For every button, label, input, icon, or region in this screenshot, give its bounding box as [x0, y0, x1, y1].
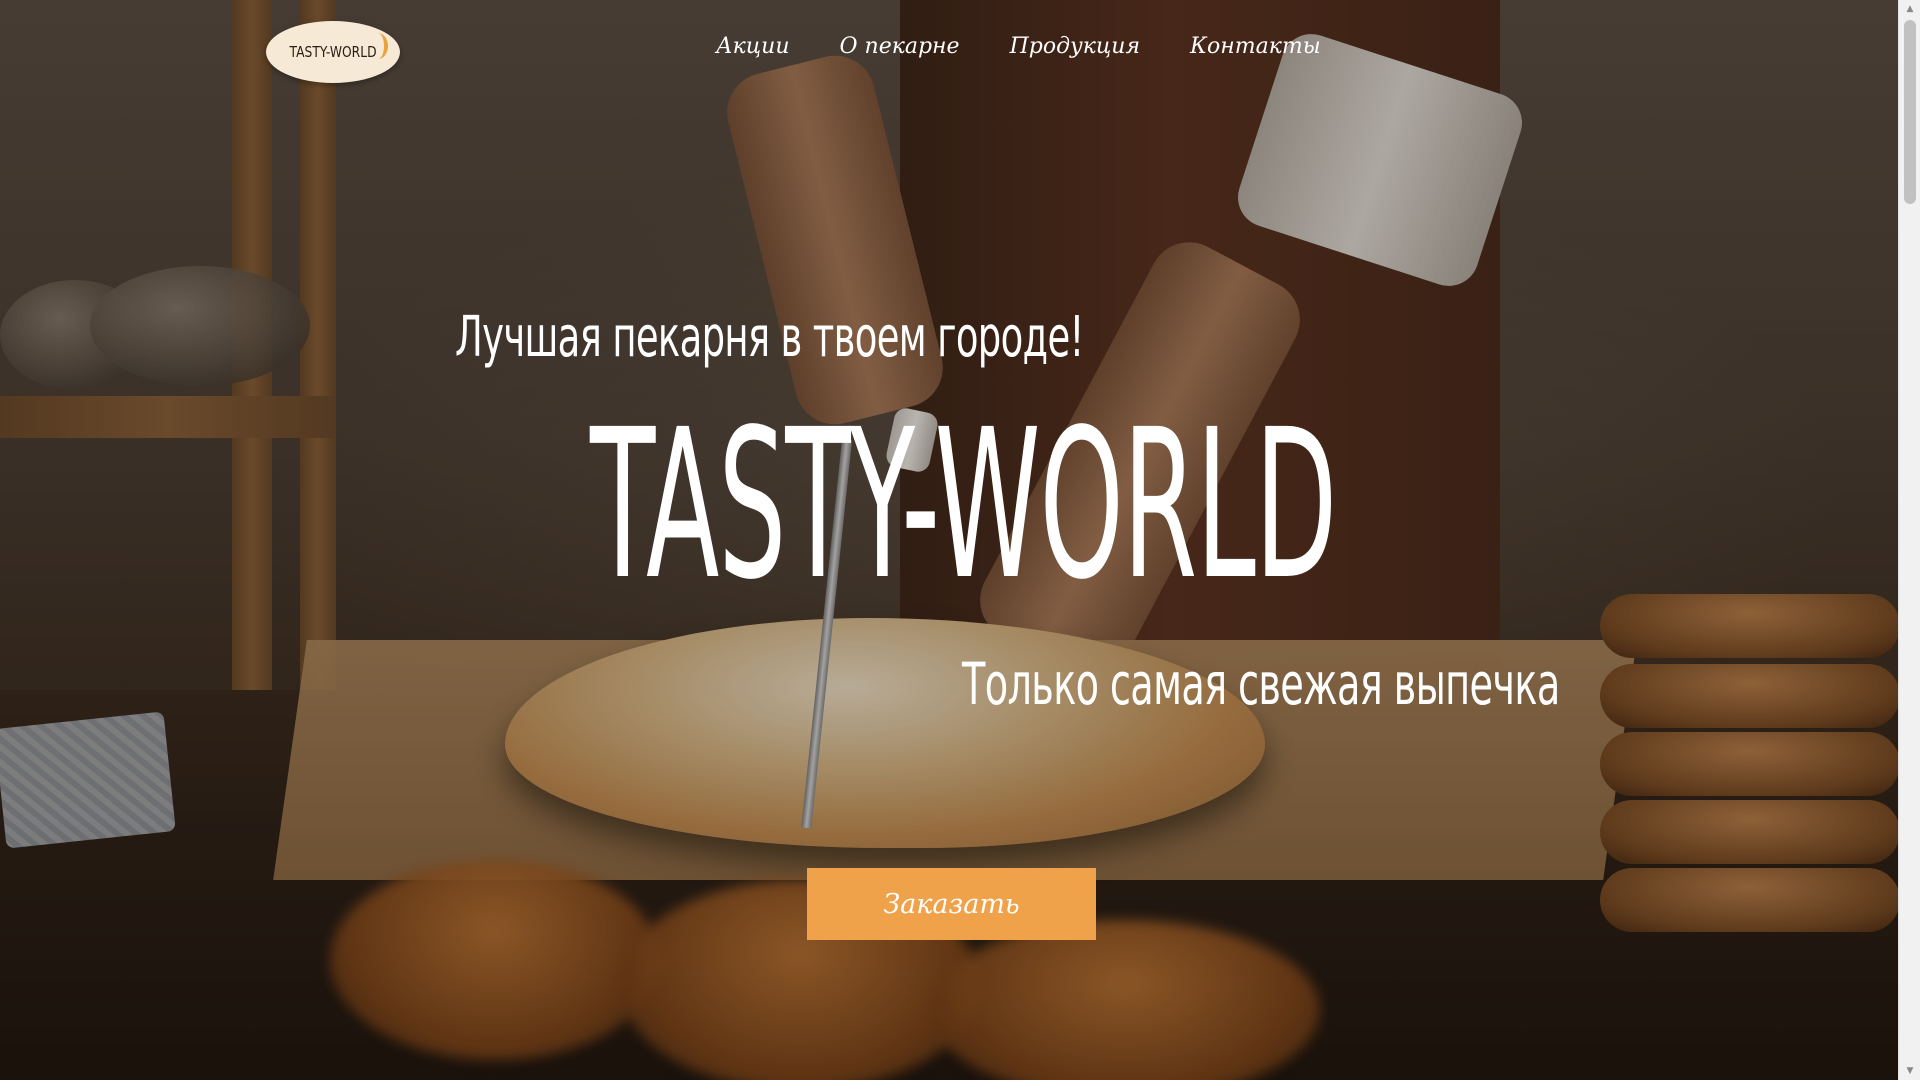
nav-item-contacts[interactable]: Контакты	[1190, 34, 1321, 59]
nav-item-promotions[interactable]: Акции	[716, 34, 790, 59]
logo-text: TASTY-WORLD	[289, 43, 377, 61]
hero-subtitle: Лучшая пекарня в твоем городе!	[455, 305, 1084, 370]
logo-swoosh-icon	[368, 33, 388, 59]
nav-item-products[interactable]: Продукция	[1010, 34, 1140, 59]
nav-item-about[interactable]: О пекарне	[840, 34, 960, 59]
hero-tagline: Только самая свежая выпечка	[962, 650, 1560, 718]
scrollbar-thumb[interactable]	[1904, 20, 1916, 204]
hero-title: TASTY-WORLD	[590, 385, 1337, 625]
main-navigation: Акции О пекарне Продукция Контакты	[716, 34, 1371, 59]
page: TASTY-WORLD Акции О пекарне Продукция Ко…	[0, 0, 1920, 1080]
order-button[interactable]: Заказать	[807, 868, 1096, 940]
scroll-down-arrow-icon[interactable]: ▼	[1899, 1062, 1920, 1080]
scroll-up-arrow-icon[interactable]: ▲	[1899, 0, 1920, 18]
vertical-scrollbar[interactable]: ▲ ▼	[1898, 0, 1920, 1080]
logo[interactable]: TASTY-WORLD	[266, 21, 400, 83]
